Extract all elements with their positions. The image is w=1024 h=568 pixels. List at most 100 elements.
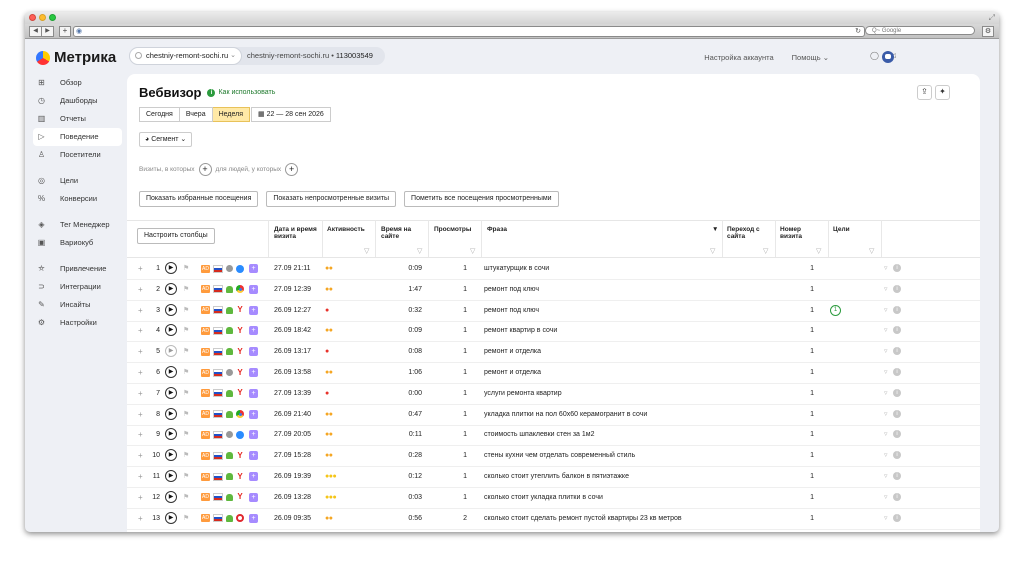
- sidebar-item-6[interactable]: ◎ Цели: [33, 172, 120, 190]
- filter-icon[interactable]: ▿: [884, 362, 888, 383]
- add-visit-filter-button[interactable]: +: [198, 163, 212, 176]
- filter-icon[interactable]: ▿: [884, 404, 888, 425]
- goals-badge[interactable]: 1: [830, 304, 841, 316]
- expand-icon[interactable]: +: [138, 258, 143, 279]
- action-button-1[interactable]: Показать избранные посещения: [139, 191, 259, 207]
- filter-icon[interactable]: ▽: [816, 247, 821, 255]
- action-button-3[interactable]: Пометить все посещения просмотренными: [404, 191, 559, 207]
- sidebar-item-13[interactable]: ⚙ Настройки: [33, 314, 120, 332]
- info-icon[interactable]: i: [893, 326, 901, 335]
- add-people-filter-button[interactable]: +: [285, 163, 299, 176]
- sort-desc-icon[interactable]: ▼: [712, 226, 718, 233]
- column-header-goals[interactable]: Цели: [833, 226, 850, 233]
- filter-icon[interactable]: ▿: [884, 466, 888, 487]
- table-row[interactable]: +12 ▶ ⚑ AD Y +26.09 13:28 ●●● 0:03 1 сколько стои…: [127, 487, 980, 509]
- filter-icon[interactable]: ▿: [884, 445, 888, 466]
- play-recording-button[interactable]: ▶: [165, 262, 177, 274]
- minimize-window-button[interactable]: [39, 14, 46, 21]
- play-recording-button[interactable]: ▶: [165, 282, 177, 295]
- table-row[interactable]: +4 ▶ ⚑ AD Y +26.09 18:42 ●● 0:09 1 ремонт квартир…: [127, 320, 980, 343]
- fullscreen-icon[interactable]: ⤢: [989, 13, 995, 23]
- sidebar-item-4[interactable]: ▷ Поведение: [33, 128, 122, 146]
- expand-icon[interactable]: +: [138, 404, 143, 425]
- period-button-3[interactable]: Неделя: [212, 107, 251, 122]
- favorite-flag-icon[interactable]: ⚑: [183, 445, 189, 466]
- filter-icon[interactable]: ▿: [884, 383, 888, 404]
- filter-icon[interactable]: ▿: [884, 341, 888, 362]
- help-menu[interactable]: Помощь ⌄: [792, 53, 829, 62]
- expand-icon[interactable]: +: [138, 508, 143, 529]
- info-icon[interactable]: i: [893, 430, 901, 439]
- sidebar-item-1[interactable]: ⊞ Обзор: [33, 74, 120, 92]
- play-recording-button[interactable]: ▶: [165, 345, 177, 358]
- favorite-flag-icon[interactable]: ⚑: [183, 341, 189, 362]
- more-info-icon[interactable]: +: [249, 284, 258, 294]
- new-tab-button[interactable]: +: [59, 26, 71, 37]
- info-icon[interactable]: i: [893, 264, 901, 272]
- browser-settings-button[interactable]: ⚙: [982, 26, 994, 37]
- filter-icon[interactable]: ▿: [884, 320, 888, 341]
- filter-icon[interactable]: ▿: [884, 279, 888, 300]
- favorite-flag-icon[interactable]: ⚑: [183, 320, 189, 341]
- expand-icon[interactable]: +: [138, 362, 143, 383]
- info-icon[interactable]: i: [893, 284, 901, 293]
- favorite-flag-icon[interactable]: ⚑: [183, 508, 189, 529]
- more-info-icon[interactable]: +: [249, 264, 258, 273]
- favorite-flag-icon[interactable]: ⚑: [183, 258, 189, 279]
- filter-icon[interactable]: ▿: [884, 508, 888, 529]
- date-range-picker[interactable]: ▦ 22 — 28 сен 2026: [251, 107, 331, 122]
- play-recording-button[interactable]: ▶: [165, 428, 177, 441]
- table-row[interactable]: +2 ▶ ⚑ AD +27.09 12:39 ●● 1:47 1 ремонт под ключ…: [127, 279, 980, 301]
- sidebar-item-9[interactable]: ▣ Вариокуб: [33, 234, 120, 252]
- info-icon[interactable]: i: [893, 388, 901, 397]
- filter-icon[interactable]: ▽: [470, 247, 475, 255]
- expand-icon[interactable]: +: [138, 383, 143, 404]
- expand-icon[interactable]: +: [138, 320, 143, 341]
- more-info-icon[interactable]: +: [249, 326, 258, 336]
- favorite-flag-icon[interactable]: ⚑: [183, 300, 189, 321]
- assistant-button[interactable]: ✦: [935, 85, 950, 100]
- segment-button[interactable]: ◕ Сегмент ⌄: [139, 132, 193, 147]
- browser-search-field[interactable]: Q~ Google: [865, 26, 975, 35]
- more-info-icon[interactable]: +: [249, 368, 258, 377]
- play-recording-button[interactable]: ▶: [165, 490, 177, 503]
- table-row[interactable]: +3 ▶ ⚑ AD Y +26.09 12:27 ● 0:32 1 ремонт под ключ…: [127, 300, 980, 322]
- info-icon[interactable]: i: [893, 451, 901, 460]
- column-header-visit-number[interactable]: Номер визита: [780, 226, 810, 240]
- filter-icon[interactable]: ▿: [884, 258, 888, 279]
- column-header-referrer[interactable]: Переход с сайта: [727, 226, 767, 240]
- filter-icon[interactable]: ▽: [364, 247, 369, 255]
- logo[interactable]: Метрика: [36, 49, 116, 66]
- favorite-flag-icon[interactable]: ⚑: [183, 424, 189, 445]
- column-header-phrase[interactable]: Фраза: [487, 226, 507, 233]
- expand-icon[interactable]: +: [138, 341, 143, 362]
- favorite-flag-icon[interactable]: ⚑: [183, 383, 189, 404]
- more-info-icon[interactable]: +: [249, 472, 258, 481]
- chat-icon[interactable]: ◯: [870, 51, 879, 60]
- info-icon[interactable]: i: [893, 305, 901, 314]
- more-info-icon[interactable]: +: [249, 388, 258, 398]
- favorite-flag-icon[interactable]: ⚑: [183, 279, 189, 300]
- filter-icon[interactable]: ▽: [417, 247, 422, 255]
- filter-icon[interactable]: ▽: [710, 247, 715, 255]
- table-row[interactable]: +5 ▶ ⚑ AD Y +26.09 13:17 ● 0:08 1 ремонт и отделк…: [127, 341, 980, 364]
- table-row[interactable]: +10 ▶ ⚑ AD Y +27.09 15:28 ●● 0:28 1 стены кухни ч…: [127, 445, 980, 468]
- play-recording-button[interactable]: ▶: [165, 386, 177, 399]
- close-window-button[interactable]: [29, 14, 36, 21]
- avatar[interactable]: [882, 51, 894, 63]
- play-recording-button[interactable]: ▶: [165, 324, 177, 337]
- back-button[interactable]: ◀: [29, 26, 42, 37]
- column-header-time[interactable]: Время на сайте: [381, 226, 417, 240]
- column-header-activity[interactable]: Активность: [327, 226, 365, 233]
- expand-icon[interactable]: +: [138, 466, 143, 487]
- sidebar-item-5[interactable]: ♙ Посетители: [33, 146, 147, 164]
- table-row[interactable]: +7 ▶ ⚑ AD Y +27.09 13:39 ● 0:00 1 услуги ремонта …: [127, 383, 980, 405]
- info-icon[interactable]: i: [893, 513, 901, 522]
- table-row[interactable]: +6 ▶ ⚑ AD Y +26.09 13:58 ●● 1:06 1 ремонт и отдел…: [127, 362, 980, 384]
- more-info-icon[interactable]: +: [249, 430, 258, 440]
- more-info-icon[interactable]: +: [249, 513, 258, 523]
- filter-icon[interactable]: ▿: [884, 300, 888, 321]
- action-button-2[interactable]: Показать непросмотренные визиты: [266, 191, 397, 207]
- filter-icon[interactable]: ▿: [884, 424, 888, 445]
- configure-columns-button[interactable]: Настроить столбцы: [137, 228, 215, 244]
